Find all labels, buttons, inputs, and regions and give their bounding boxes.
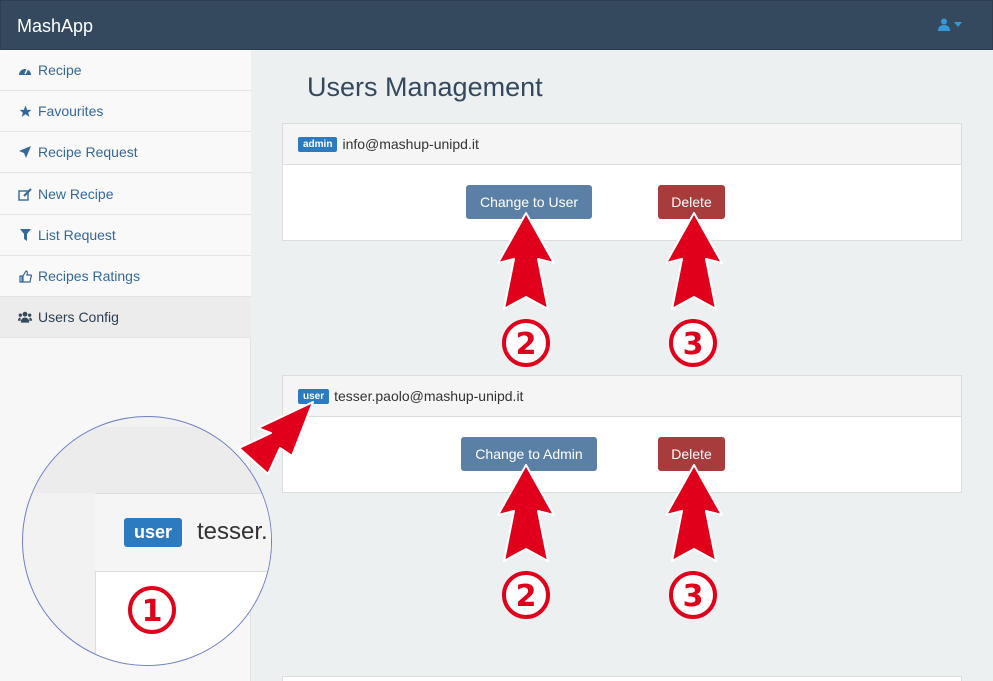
marker-number: 2	[516, 327, 537, 362]
marker-1: 1	[128, 586, 176, 634]
arrow-1	[238, 401, 314, 475]
annotation-overlay: 2 3 2 3 1	[128, 212, 723, 634]
marker-3-top: 3	[669, 319, 717, 367]
marker-number: 3	[683, 579, 704, 614]
arrow-3-bottom	[665, 464, 723, 562]
arrow-3-top	[665, 212, 723, 310]
marker-2-top: 2	[502, 319, 550, 367]
arrow-2-top	[497, 212, 555, 310]
marker-number: 1	[142, 594, 163, 629]
marker-2-bottom: 2	[502, 571, 550, 619]
arrow-2-bottom	[497, 464, 555, 562]
marker-3-bottom: 3	[669, 571, 717, 619]
marker-number: 2	[516, 579, 537, 614]
marker-number: 3	[683, 327, 704, 362]
